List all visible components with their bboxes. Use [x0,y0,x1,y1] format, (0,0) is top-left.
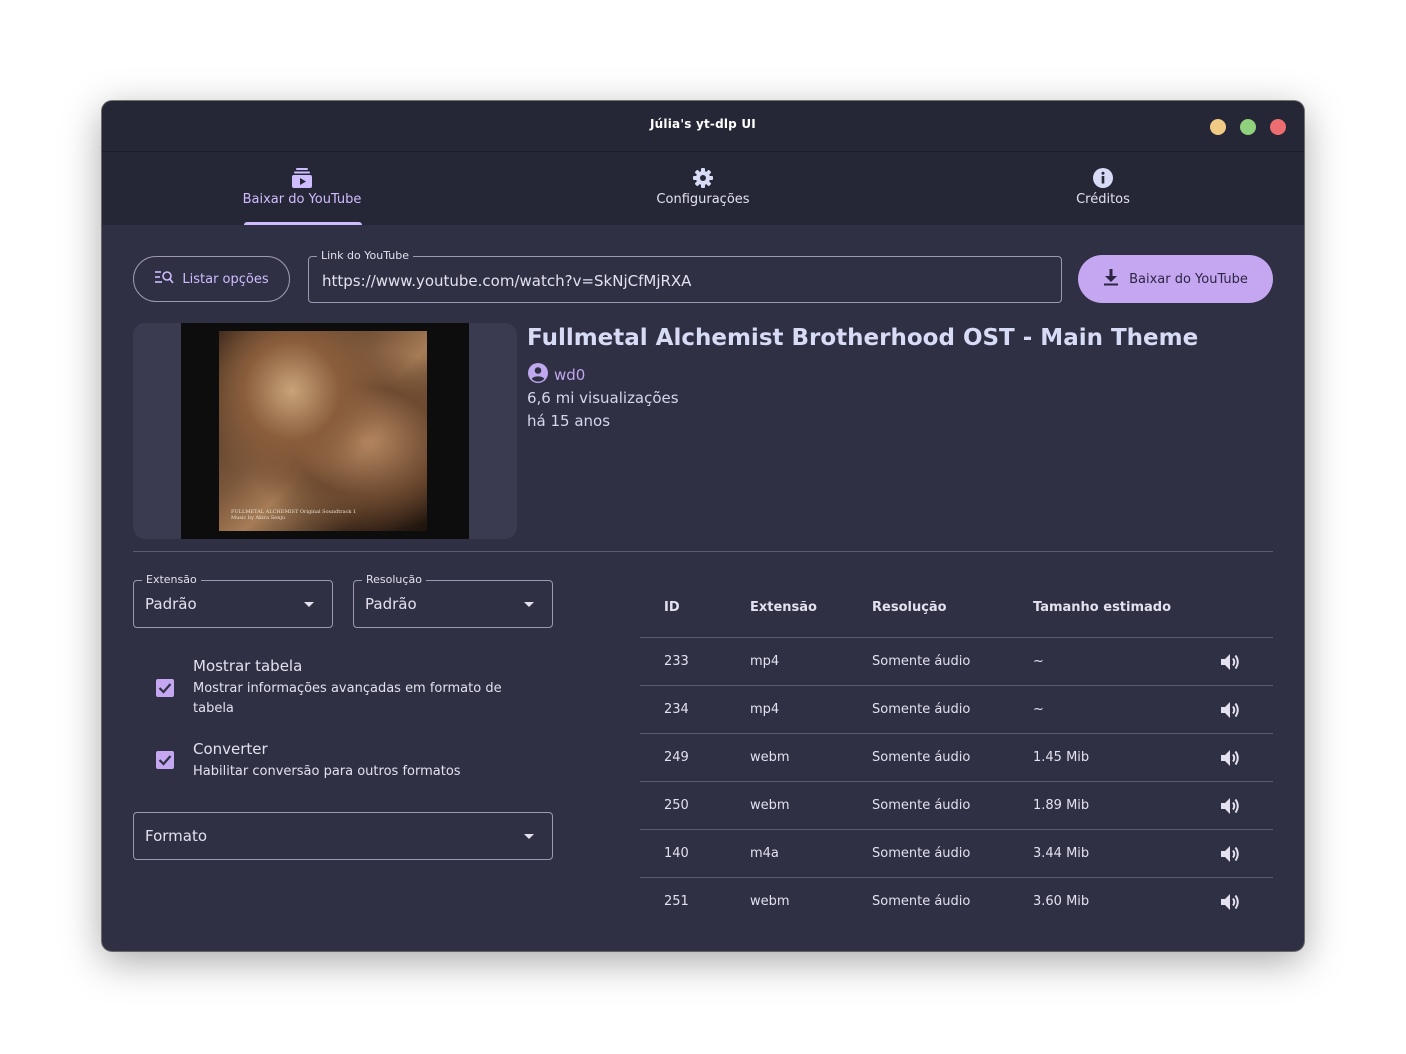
table-body: 233 mp4 Somente áudio ~234 mp4 Somente áudio ~… [640,638,1273,925]
cell-id: 251 [664,894,689,909]
tab-label: Baixar do YouTube [242,192,362,207]
youtube-link-field[interactable]: Link do YouTube [308,249,1062,304]
dropdown-arrow-icon [524,602,534,607]
video-thumbnail: FULLMETAL ALCHEMIST Original Soundtrack … [181,323,469,539]
cell-id: 249 [664,750,689,765]
column-header-resolution: Resolução [872,600,947,615]
tab-configuracoes[interactable]: Configurações [503,152,903,225]
check-icon [158,755,172,766]
info-icon [1092,166,1114,190]
column-header-id: ID [664,600,680,615]
download-button[interactable]: Baixar do YouTube [1078,255,1273,303]
account-icon [528,363,548,387]
table-row[interactable]: 140 m4a Somente áudio 3.44 Mib [640,830,1273,878]
convert-title: Converter [193,740,268,758]
window-controls [1210,119,1286,135]
tab-creditos[interactable]: Créditos [903,152,1303,225]
cell-id: 250 [664,798,689,813]
extension-label: Extensão [142,573,201,587]
close-button[interactable] [1270,119,1286,135]
table-row[interactable]: 250 webm Somente áudio 1.89 Mib [640,782,1273,830]
show-table-checkbox[interactable] [156,679,174,697]
volume-icon[interactable] [1220,796,1242,820]
cell-resolution: Somente áudio [872,798,971,813]
cell-size: 1.89 Mib [1033,798,1090,813]
cell-extension: webm [750,894,790,909]
extension-value: Padrão [145,595,197,613]
title-bar: Júlia's yt-dlp UI [102,101,1304,152]
format-placeholder: Formato [145,827,208,845]
thumbnail-artwork [219,331,427,531]
table-row[interactable]: 233 mp4 Somente áudio ~ [640,638,1273,686]
extension-select[interactable]: Extensão Padrão [133,573,333,628]
tab-bar: Baixar do YouTube Configurações Créditos [102,152,1304,225]
cell-resolution: Somente áudio [872,702,971,717]
cell-size: ~ [1033,654,1044,669]
cell-size: 3.44 Mib [1033,846,1090,861]
tab-label: Créditos [1076,192,1130,207]
cell-extension: m4a [750,846,779,861]
youtube-link-input[interactable] [320,257,1054,304]
cell-extension: webm [750,750,790,765]
cell-extension: mp4 [750,654,780,669]
convert-checkbox[interactable] [156,751,174,769]
cell-resolution: Somente áudio [872,750,971,765]
resolution-value: Padrão [365,595,417,613]
table-row[interactable]: 251 webm Somente áudio 3.60 Mib [640,878,1273,925]
video-age: há 15 anos [527,412,611,430]
video-views: 6,6 mi visualizações [527,389,679,407]
table-header: ID Extensão Resolução Tamanho estimado [640,582,1273,638]
cell-size: 3.60 Mib [1033,894,1090,909]
list-options-label: Listar opções [182,271,269,287]
volume-icon[interactable] [1220,652,1242,676]
table-row[interactable]: 249 webm Somente áudio 1.45 Mib [640,734,1273,782]
cell-size: 1.45 Mib [1033,750,1090,765]
youtube-subscriptions-icon [291,166,313,190]
tab-label: Configurações [656,192,750,207]
app-window: Júlia's yt-dlp UI Baixar do YouTube Conf… [102,101,1304,951]
download-label: Baixar do YouTube [1129,271,1248,287]
active-tab-indicator [244,222,362,225]
cell-resolution: Somente áudio [872,894,971,909]
column-header-size: Tamanho estimado [1033,600,1172,615]
cell-id: 233 [664,654,689,669]
formats-table: ID Extensão Resolução Tamanho estimado 2… [640,582,1273,925]
cell-resolution: Somente áudio [872,654,971,669]
volume-icon[interactable] [1220,844,1242,868]
volume-icon[interactable] [1220,748,1242,772]
channel-info[interactable]: wd0 [528,363,585,387]
resolution-select[interactable]: Resolução Padrão [353,573,553,628]
table-row[interactable]: 234 mp4 Somente áudio ~ [640,686,1273,734]
dropdown-arrow-icon [524,834,534,839]
divider [133,551,1273,552]
window-title: Júlia's yt-dlp UI [650,117,756,131]
list-options-button[interactable]: Listar opções [133,256,290,302]
list-search-icon [154,269,174,289]
channel-name: wd0 [554,366,586,384]
convert-description: Habilitar conversão para outros formatos [193,764,461,779]
volume-icon[interactable] [1220,700,1242,724]
resolution-label: Resolução [362,573,426,587]
thumbnail-caption: FULLMETAL ALCHEMIST Original Soundtrack … [231,509,357,521]
check-icon [158,683,172,694]
column-header-extension: Extensão [750,600,817,615]
cell-size: ~ [1033,702,1044,717]
video-title: Fullmetal Alchemist Brotherhood OST - Ma… [527,325,1199,351]
cell-extension: mp4 [750,702,780,717]
maximize-button[interactable] [1240,119,1256,135]
minimize-button[interactable] [1210,119,1226,135]
volume-icon[interactable] [1220,892,1242,916]
cell-extension: webm [750,798,790,813]
cell-id: 140 [664,846,689,861]
cell-id: 234 [664,702,689,717]
cell-resolution: Somente áudio [872,846,971,861]
show-table-description: Mostrar informações avançadas em formato… [193,681,502,716]
download-icon [1103,268,1119,290]
gear-icon [692,166,714,190]
tab-baixar[interactable]: Baixar do YouTube [102,152,502,225]
dropdown-arrow-icon [304,602,314,607]
video-thumbnail-container: FULLMETAL ALCHEMIST Original Soundtrack … [133,323,517,539]
show-table-title: Mostrar tabela [193,657,303,675]
format-select[interactable]: Formato [133,812,553,860]
